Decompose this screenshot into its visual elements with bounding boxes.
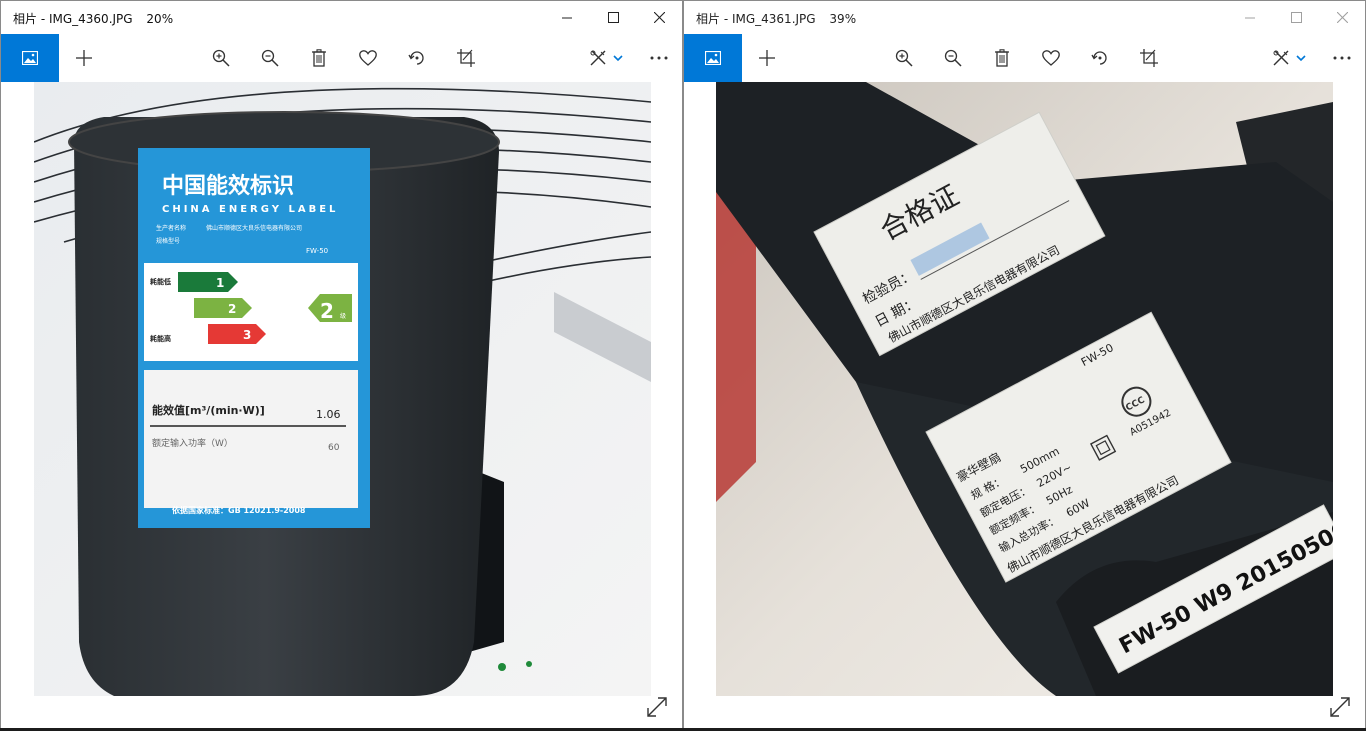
energy-label-subtitle: CHINA ENERGY LABEL — [162, 204, 338, 215]
maximize-icon — [1290, 12, 1302, 23]
delete-icon — [995, 49, 1009, 67]
expand-icon[interactable] — [1329, 696, 1351, 718]
title-bar[interactable]: 相片 - IMG_4361.JPG 39% — [684, 1, 1365, 34]
zoom-out-icon — [944, 49, 962, 67]
zoom-out-button[interactable] — [941, 46, 965, 70]
favorite-button[interactable] — [1039, 46, 1063, 70]
photo-canvas[interactable]: 合格证 检验员： 日 期： 佛山市顺德区大良乐信电器有限公司 FW-50 豪华壁… — [684, 82, 1365, 730]
rotate-button[interactable] — [405, 46, 429, 70]
crop-icon — [457, 49, 475, 67]
favorite-button[interactable] — [356, 46, 380, 70]
power-label: 额定输入功率（W） — [152, 437, 233, 449]
photo-icon — [705, 51, 721, 65]
title-bar[interactable]: 相片 - IMG_4360.JPG 20% — [1, 1, 682, 34]
favorite-icon — [1042, 50, 1060, 66]
see-all-photos-button[interactable] — [1, 34, 59, 82]
add-button[interactable] — [72, 46, 96, 70]
chevron-down-icon — [1296, 55, 1306, 62]
efficiency-label: 能效值[m³/(min·W)] — [152, 403, 265, 417]
delete-icon — [312, 49, 326, 67]
close-button[interactable] — [636, 1, 682, 34]
photo-image: 中国能效标识 CHINA ENERGY LABEL 生产者名称 佛山市顺德区大良… — [34, 82, 651, 696]
more-button[interactable] — [647, 46, 671, 70]
window-title: 相片 - IMG_4360.JPG 20% — [13, 10, 173, 27]
rotate-icon — [408, 51, 424, 65]
more-icon — [1333, 56, 1351, 60]
zoom-in-button[interactable] — [209, 46, 233, 70]
chevron-down-icon — [613, 55, 623, 62]
close-icon — [653, 12, 665, 23]
photo-toolbar — [684, 34, 1365, 82]
grade-high: 耗能高 — [150, 334, 171, 343]
favorite-icon — [359, 50, 377, 66]
zoom-in-icon — [212, 49, 230, 67]
power-value: 60 — [328, 443, 340, 453]
edit-icon — [590, 50, 606, 66]
zoom-out-button[interactable] — [258, 46, 282, 70]
expand-icon[interactable] — [646, 696, 668, 718]
minimize-icon — [1245, 17, 1255, 18]
window-title-text: 相片 - IMG_4360.JPG — [13, 12, 133, 26]
model-number: FW-50 — [306, 247, 328, 255]
maximize-icon — [607, 12, 619, 23]
photos-window-1: 相片 - IMG_4360.JPG 20% 中国能效标识 CHINA ENERG… — [0, 0, 683, 731]
photos-window-2: 相片 - IMG_4361.JPG 39% 合格证 检验员： 日 期： 佛山市顺… — [683, 0, 1366, 731]
minimize-button[interactable] — [544, 1, 590, 34]
photo-icon — [22, 51, 38, 65]
edit-create-button[interactable] — [586, 46, 626, 70]
crop-button[interactable] — [1137, 46, 1161, 70]
maximize-button[interactable] — [1273, 1, 1319, 34]
grade-low: 耗能低 — [150, 277, 171, 286]
photo-toolbar — [1, 34, 682, 82]
window-title: 相片 - IMG_4361.JPG 39% — [696, 10, 856, 27]
standard-text: 依据国家标准：GB 12021.9-2008 — [172, 505, 306, 515]
zoom-out-icon — [261, 49, 279, 67]
producer-name: 佛山市顺德区大良乐信电器有限公司 — [206, 224, 302, 232]
edit-icon — [1273, 50, 1289, 66]
minimize-button[interactable] — [1227, 1, 1273, 34]
zoom-level: 20% — [146, 12, 174, 26]
grade-1: 1 — [216, 276, 224, 290]
more-icon — [650, 56, 668, 60]
grade-suffix: 级 — [340, 312, 346, 320]
energy-label-title: 中国能效标识 — [162, 173, 294, 199]
edit-create-button[interactable] — [1269, 46, 1309, 70]
more-button[interactable] — [1330, 46, 1354, 70]
close-button[interactable] — [1319, 1, 1365, 34]
delete-button[interactable] — [990, 46, 1014, 70]
zoom-level: 39% — [829, 12, 857, 26]
photo-energy-label[interactable]: 中国能效标识 CHINA ENERGY LABEL 生产者名称 佛山市顺德区大良… — [34, 82, 651, 696]
crop-icon — [1140, 49, 1158, 67]
model-label: 规格型号 — [156, 237, 180, 245]
grade-result: 2 — [320, 299, 334, 323]
photo-image: 合格证 检验员： 日 期： 佛山市顺德区大良乐信电器有限公司 FW-50 豪华壁… — [716, 82, 1333, 696]
add-button[interactable] — [755, 46, 779, 70]
crop-button[interactable] — [454, 46, 478, 70]
grade-2: 2 — [228, 302, 236, 316]
rotate-button[interactable] — [1088, 46, 1112, 70]
add-icon — [76, 50, 92, 66]
efficiency-value: 1.06 — [316, 408, 341, 421]
delete-button[interactable] — [307, 46, 331, 70]
grade-3: 3 — [243, 328, 251, 342]
photo-certificate[interactable]: 合格证 检验员： 日 期： 佛山市顺德区大良乐信电器有限公司 FW-50 豪华壁… — [716, 82, 1333, 696]
window-title-text: 相片 - IMG_4361.JPG — [696, 12, 816, 26]
maximize-button[interactable] — [590, 1, 636, 34]
photo-canvas[interactable]: 中国能效标识 CHINA ENERGY LABEL 生产者名称 佛山市顺德区大良… — [1, 82, 682, 730]
producer-label: 生产者名称 — [156, 224, 186, 232]
zoom-in-button[interactable] — [892, 46, 916, 70]
close-icon — [1336, 12, 1348, 23]
rotate-icon — [1091, 51, 1107, 65]
add-icon — [759, 50, 775, 66]
see-all-photos-button[interactable] — [684, 34, 742, 82]
zoom-in-icon — [895, 49, 913, 67]
minimize-icon — [562, 17, 572, 18]
